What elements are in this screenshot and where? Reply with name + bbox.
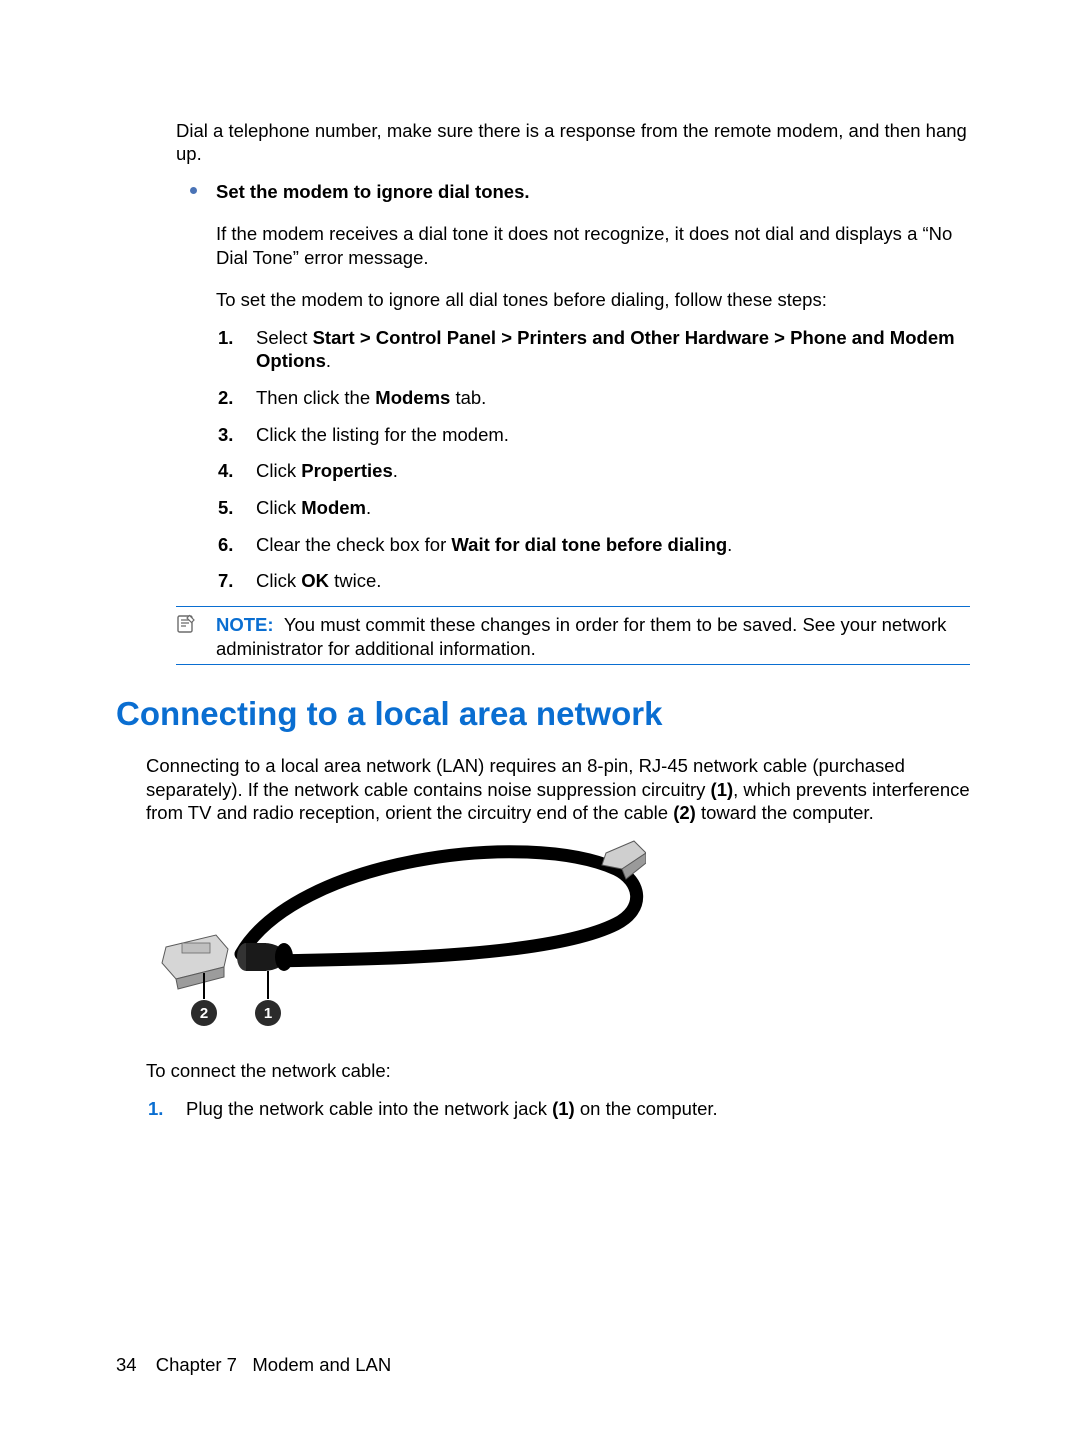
section-heading: Connecting to a local area network — [116, 693, 970, 735]
step-5: 5. Click Modem. — [216, 496, 970, 520]
step-text: Then click the Modems tab. — [256, 387, 486, 408]
intro-paragraph: Dial a telephone number, make sure there… — [176, 119, 970, 166]
step-number: 1. — [148, 1097, 163, 1121]
step-number: 7. — [218, 569, 233, 593]
numbered-list: 1. Select Start > Control Panel > Printe… — [216, 326, 970, 593]
note-rule-top — [176, 606, 970, 607]
step-text: Select Start > Control Panel > Printers … — [256, 327, 955, 372]
step-number: 5. — [218, 496, 233, 520]
chapter-label: Chapter 7 Modem and LAN — [156, 1354, 392, 1375]
step-6: 6. Clear the check box for Wait for dial… — [216, 533, 970, 557]
page-number: 34 — [116, 1353, 137, 1377]
callout-1: 1 — [264, 1005, 272, 1022]
note-callout: NOTE: You must commit these changes in o… — [176, 606, 970, 665]
note-row: NOTE: You must commit these changes in o… — [176, 613, 970, 660]
step-number: 3. — [218, 423, 233, 447]
lan-paragraph-2: To connect the network cable: — [146, 1059, 970, 1083]
bullet-icon — [190, 187, 197, 194]
cable-figure: 2 1 — [146, 839, 646, 1039]
step-text: Click Modem. — [256, 497, 371, 518]
step-text: Clear the check box for Wait for dial to… — [256, 534, 732, 555]
note-body: NOTE: You must commit these changes in o… — [216, 614, 946, 659]
lan-step-1: 1. Plug the network cable into the netwo… — [146, 1097, 970, 1121]
step-number: 6. — [218, 533, 233, 557]
lan-numbered-list: 1. Plug the network cable into the netwo… — [146, 1097, 970, 1121]
note-label: NOTE: — [216, 614, 274, 635]
page-footer: 34 Chapter 7 Modem and LAN — [116, 1353, 391, 1377]
step-number: 4. — [218, 459, 233, 483]
bullet-paragraph-1: If the modem receives a dial tone it doe… — [216, 222, 970, 269]
note-text: You must commit these changes in order f… — [216, 614, 946, 659]
note-rule-bottom — [176, 664, 970, 665]
step-4: 4. Click Properties. — [216, 459, 970, 483]
step-text: Plug the network cable into the network … — [186, 1098, 718, 1119]
step-number: 1. — [218, 326, 233, 350]
callout-2: 2 — [200, 1005, 208, 1022]
step-1: 1. Select Start > Control Panel > Printe… — [216, 326, 970, 373]
bullet-item: Set the modem to ignore dial tones. — [176, 180, 970, 204]
step-7: 7. Click OK twice. — [216, 569, 970, 593]
step-text: Click Properties. — [256, 460, 398, 481]
bullet-heading: Set the modem to ignore dial tones. — [216, 181, 530, 202]
step-2: 2. Then click the Modems tab. — [216, 386, 970, 410]
bullet-paragraph-2: To set the modem to ignore all dial tone… — [216, 288, 970, 312]
lan-paragraph-1: Connecting to a local area network (LAN)… — [146, 754, 970, 825]
step-3: 3. Click the listing for the modem. — [216, 423, 970, 447]
document-page: Dial a telephone number, make sure there… — [0, 0, 1080, 1437]
step-text: Click OK twice. — [256, 570, 381, 591]
step-text: Click the listing for the modem. — [256, 424, 509, 445]
note-icon — [176, 613, 196, 633]
step-number: 2. — [218, 386, 233, 410]
